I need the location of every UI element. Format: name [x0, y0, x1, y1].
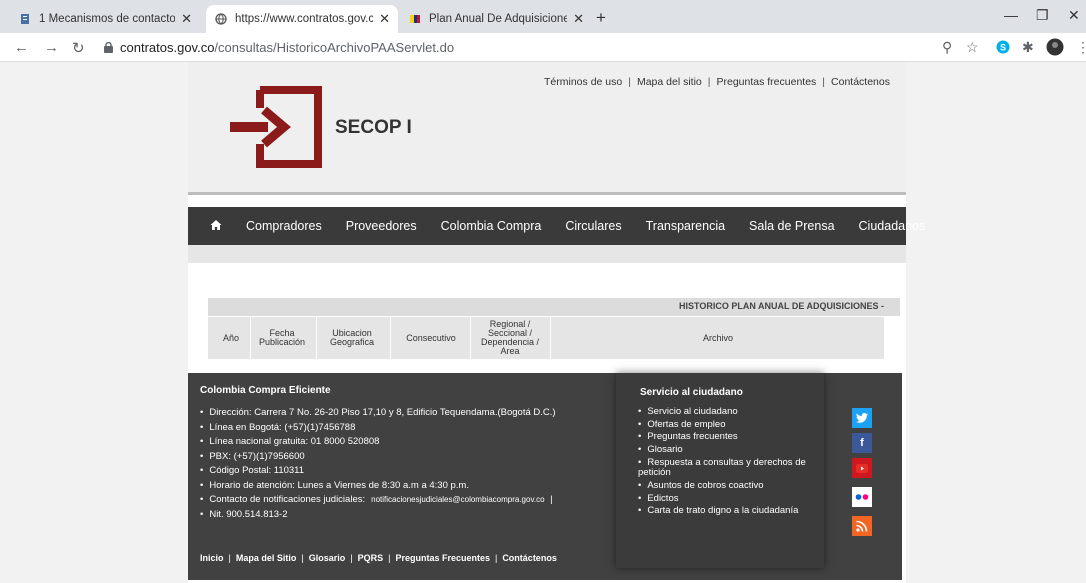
footer-left-title: Colombia Compra Eficiente: [200, 385, 331, 396]
reload-icon[interactable]: ↻: [72, 39, 85, 57]
browser-tab-2[interactable]: https://www.contratos.gov.co/co ✕: [206, 5, 398, 33]
browser-tab-bar: 1 Mecanismos de contacto con e ✕ https:/…: [0, 0, 1086, 33]
rss-icon[interactable]: [852, 516, 872, 536]
column-header-ano: Año: [222, 332, 239, 343]
extensions-puzzle-icon[interactable]: ✱: [1022, 39, 1034, 56]
table-header: Año Fecha Publicación Ubicacion Geografi…: [208, 317, 884, 359]
globe-icon: [214, 12, 228, 26]
service-link[interactable]: Edictos: [638, 493, 818, 505]
profile-avatar[interactable]: [1046, 38, 1064, 59]
browser-tab-1[interactable]: 1 Mecanismos de contacto con e ✕: [10, 5, 200, 33]
nav-sala-de-prensa[interactable]: Sala de Prensa: [749, 219, 834, 233]
nav-transparencia[interactable]: Transparencia: [646, 219, 725, 233]
skype-extension-icon[interactable]: S: [996, 40, 1010, 57]
faq-link[interactable]: Preguntas frecuentes: [716, 76, 816, 88]
service-link[interactable]: Glosario: [638, 445, 818, 456]
flickr-icon[interactable]: [852, 487, 872, 507]
tab-title: https://www.contratos.gov.co/co: [235, 13, 374, 25]
column-header-consecutivo: Consecutivo: [406, 332, 456, 343]
header-divider: [188, 192, 906, 195]
subnav-bar: [188, 245, 906, 263]
youtube-icon[interactable]: [852, 458, 872, 478]
nav-colombia-compra[interactable]: Colombia Compra: [441, 219, 542, 233]
footer-link-glosario[interactable]: Glosario: [309, 553, 346, 563]
close-window-icon[interactable]: ✕: [1068, 7, 1080, 24]
footer-link-mapa[interactable]: Mapa del Sitio: [236, 553, 297, 563]
section-title: HISTORICO PLAN ANUAL DE ADQUISICIONES -: [678, 301, 884, 311]
footer-postal-code: Código Postal: 110311: [200, 464, 556, 479]
sitemap-link[interactable]: Mapa del sitio: [637, 76, 702, 88]
close-tab-icon[interactable]: ✕: [573, 11, 584, 27]
service-link[interactable]: Asuntos de cobros coactivo: [638, 480, 818, 492]
tab-title: Plan Anual De Adquisiciones - G: [429, 13, 568, 25]
twitter-icon[interactable]: [852, 408, 872, 428]
footer-links: Inicio | Mapa del Sitio | Glosario | PQRS | Preg…: [200, 553, 557, 563]
footer-contact: Colombia Compra Eficiente Dirección: Car…: [200, 385, 556, 522]
footer-address: Dirección: Carrera 7 No. 26-20 Piso 17,1…: [200, 406, 555, 421]
nav-circulares[interactable]: Circulares: [565, 219, 621, 233]
judicial-email-link[interactable]: notificacionesjudiciales@colombiacompra.…: [371, 495, 544, 504]
zoom-icon[interactable]: ⚲: [942, 39, 952, 56]
footer-link-faq[interactable]: Preguntas Frecuentes: [395, 553, 490, 563]
column-header-fecha: Fecha Publicación: [258, 328, 306, 347]
new-tab-button[interactable]: +: [596, 8, 606, 28]
svg-text:S: S: [1000, 43, 1006, 53]
contact-link[interactable]: Contáctenos: [831, 76, 890, 88]
footer-nit: Nit. 900.514.813-2: [200, 508, 556, 523]
service-link[interactable]: Servicio al ciudadano: [638, 406, 818, 418]
star-icon[interactable]: ☆: [966, 39, 979, 56]
footer-phone-national: Línea nacional gratuita: 01 8000 520808: [200, 435, 556, 450]
close-tab-icon[interactable]: ✕: [379, 11, 390, 27]
document-icon: [18, 12, 32, 26]
main-nav: Compradores Proveedores Colombia Compra …: [188, 207, 925, 245]
service-link[interactable]: Ofertas de empleo: [638, 419, 818, 431]
footer-link-contacto[interactable]: Contáctenos: [502, 553, 557, 563]
forward-icon[interactable]: →: [44, 39, 59, 56]
section-title-bar: HISTORICO PLAN ANUAL DE ADQUISICIONES -: [208, 298, 900, 316]
service-link[interactable]: Preguntas frecuentes: [638, 432, 818, 443]
footer-hours: Horario de atención: Lunes a Viernes de …: [200, 479, 556, 494]
site-footer: Colombia Compra Eficiente Dirección: Car…: [188, 373, 902, 580]
column-header-archivo: Archivo: [702, 332, 733, 343]
browser-tab-3[interactable]: Plan Anual De Adquisiciones - G ✕: [400, 5, 592, 33]
service-link[interactable]: Carta de trato digno a la ciudadanía: [638, 506, 818, 517]
nav-proveedores[interactable]: Proveedores: [346, 219, 417, 233]
column-header-regional: Regional / Seccional / Dependencia / Are…: [480, 319, 540, 356]
minimize-icon[interactable]: —: [1004, 7, 1018, 23]
nav-ciudadanos[interactable]: Ciudadanos: [859, 219, 926, 233]
facebook-icon[interactable]: f: [852, 433, 872, 453]
service-link[interactable]: Respuesta a consultas y derechos de peti…: [638, 457, 818, 479]
url-field[interactable]: contratos.gov.co/consultas/HistoricoArch…: [120, 40, 454, 55]
menu-kebab-icon[interactable]: ⋮: [1076, 39, 1086, 56]
page: Términos de uso | Mapa del sitio | Preguntas…: [188, 62, 925, 583]
home-icon[interactable]: [210, 219, 222, 234]
footer-link-pqrs[interactable]: PQRS: [358, 553, 384, 563]
citizen-service-panel: Servicio al ciudadano Servicio al ciudad…: [616, 373, 824, 568]
footer-phone-bogota: Línea en Bogotá: (+57)(1)7456788: [200, 421, 556, 436]
terms-link[interactable]: Términos de uso: [544, 76, 622, 88]
column-header-ubicacion: Ubicacion Geografica: [329, 328, 375, 347]
address-bar: ← → ↻ contratos.gov.co/consultas/Histori…: [0, 33, 1086, 62]
restore-icon[interactable]: ❐: [1036, 7, 1049, 24]
brand-title: SECOP I: [335, 117, 412, 138]
close-tab-icon[interactable]: ✕: [181, 11, 192, 27]
site-header: Términos de uso | Mapa del sitio | Preguntas…: [188, 62, 906, 192]
top-links: Términos de uso | Mapa del sitio | Preguntas…: [544, 76, 890, 88]
footer-link-inicio[interactable]: Inicio: [200, 553, 224, 563]
lock-icon: [104, 42, 113, 53]
nav-compradores[interactable]: Compradores: [246, 219, 322, 233]
tab-title: 1 Mecanismos de contacto con e: [39, 13, 176, 25]
secop-logo[interactable]: [230, 84, 330, 170]
footer-pbx: PBX: (+57)(1)7956600: [200, 450, 556, 465]
citizen-service-title: Servicio al ciudadano: [640, 387, 743, 398]
back-icon[interactable]: ←: [14, 39, 29, 56]
flag-icon: [408, 12, 422, 26]
footer-judicial-contact: Contacto de notificaciones judiciales:no…: [200, 493, 556, 508]
